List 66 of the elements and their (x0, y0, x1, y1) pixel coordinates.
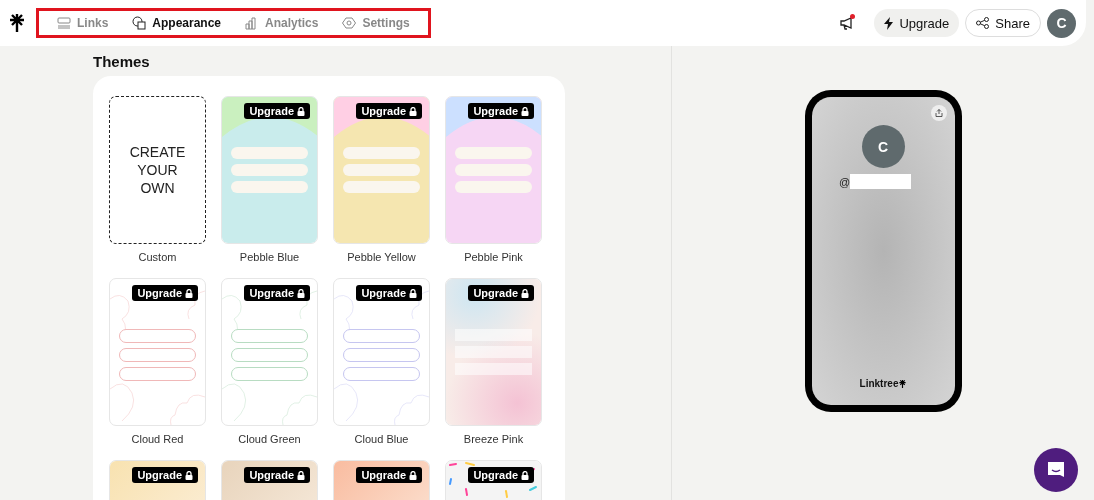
handle-prefix: @ (838, 175, 851, 188)
nav-tab[interactable]: Appearance (122, 16, 232, 30)
lock-icon (521, 106, 529, 116)
theme-tile[interactable]: Upgrade (333, 278, 430, 426)
upgrade-badge: Upgrade (244, 103, 310, 119)
links-icon (57, 17, 71, 29)
lock-icon (185, 470, 193, 480)
theme-tile[interactable]: Upgrade (333, 460, 430, 500)
megaphone-icon (840, 16, 855, 30)
section-title: Themes (93, 51, 151, 72)
lock-icon (409, 470, 417, 480)
upgrade-badge: Upgrade (132, 285, 198, 301)
footer-brand: Linktree (859, 378, 899, 389)
upgrade-badge: Upgrade (356, 103, 422, 119)
shapes-icon (132, 16, 147, 30)
upgrade-badge: Upgrade (468, 103, 534, 119)
lock-icon (297, 288, 305, 298)
user-avatar[interactable]: C (1047, 8, 1076, 38)
theme-tile[interactable]: Upgrade (445, 278, 542, 426)
nav-tab[interactable]: Settings (332, 16, 420, 30)
lock-icon (297, 470, 305, 480)
share-button[interactable] (930, 105, 947, 121)
theme-name: Cloud Green (238, 433, 301, 445)
upgrade-badge: Upgrade (132, 467, 198, 483)
lock-icon (521, 288, 529, 298)
asterisk-logo-icon[interactable] (10, 14, 24, 32)
chat-button[interactable] (1034, 448, 1078, 492)
share-button[interactable]: Share (965, 9, 1041, 37)
redaction-block (850, 174, 912, 189)
theme-tile[interactable]: Upgrade (333, 96, 430, 244)
theme-tile[interactable]: Upgrade (221, 460, 318, 500)
theme-tile[interactable]: Upgrade (109, 278, 206, 426)
share-icon (976, 17, 990, 29)
theme-name: Breeze Pink (463, 433, 524, 445)
theme-name: Pebble Pink (464, 251, 523, 263)
lock-icon (297, 106, 305, 116)
upgrade-badge: Upgrade (356, 285, 422, 301)
theme-tile[interactable]: Upgrade (221, 96, 318, 244)
settings-icon (342, 17, 357, 29)
create-theme-tile[interactable]: CREATE YOUR OWN (109, 96, 206, 244)
theme-name: Pebble Yellow (347, 251, 416, 263)
upgrade-badge: Upgrade (244, 467, 310, 483)
theme-tile[interactable]: Upgrade (221, 278, 318, 426)
chat-bubble-icon (1046, 460, 1066, 480)
upgrade-badge: Upgrade (244, 285, 310, 301)
upgrade-button[interactable]: Upgrade (874, 9, 960, 37)
upgrade-badge: Upgrade (468, 285, 534, 301)
theme-name: Cloud Blue (354, 433, 409, 445)
asterisk-icon (899, 379, 907, 388)
upgrade-badge: Upgrade (356, 467, 422, 483)
upgrade-badge: Upgrade (468, 467, 534, 483)
share-upload-icon (934, 109, 943, 117)
lock-icon (409, 106, 417, 116)
theme-tile[interactable]: Upgrade (109, 460, 206, 500)
theme-name: Cloud Red (131, 433, 184, 445)
lock-icon (521, 470, 529, 480)
theme-tile[interactable]: Upgrade (445, 460, 542, 500)
profile-avatar: C (861, 125, 905, 168)
nav-tab[interactable]: Links (47, 16, 119, 30)
lock-icon (409, 288, 417, 298)
theme-tile[interactable]: Upgrade (445, 96, 542, 244)
theme-name: Pebble Blue (239, 251, 300, 263)
lock-icon (185, 288, 193, 298)
nav-tab[interactable]: Analytics (235, 16, 329, 30)
lightning-icon (884, 16, 894, 30)
theme-name: Custom (138, 251, 177, 263)
